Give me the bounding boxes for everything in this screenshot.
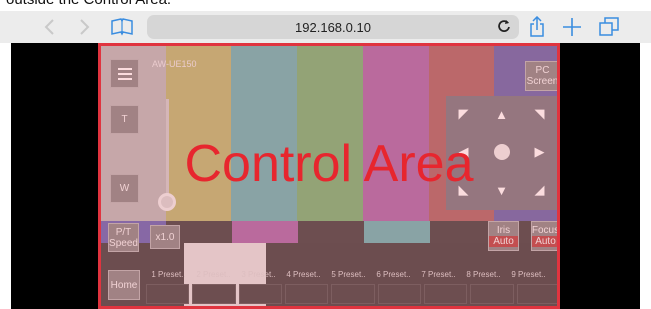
forward-icon[interactable] — [76, 15, 94, 39]
caption-text: outside the Control Area. — [6, 0, 171, 8]
tabs-icon[interactable] — [598, 15, 620, 39]
back-icon[interactable] — [40, 15, 58, 39]
reload-icon[interactable] — [497, 19, 511, 36]
bookmarks-icon[interactable] — [110, 15, 134, 39]
control-area-label: Control Area — [184, 135, 474, 193]
control-area-highlight: Control Area — [98, 43, 560, 309]
address-bar[interactable]: 192.168.0.10 — [147, 15, 519, 39]
share-icon[interactable] — [528, 15, 546, 39]
url-text: 192.168.0.10 — [295, 19, 371, 35]
new-tab-icon[interactable] — [562, 15, 582, 39]
browser-toolbar: 192.168.0.10 — [0, 11, 651, 43]
